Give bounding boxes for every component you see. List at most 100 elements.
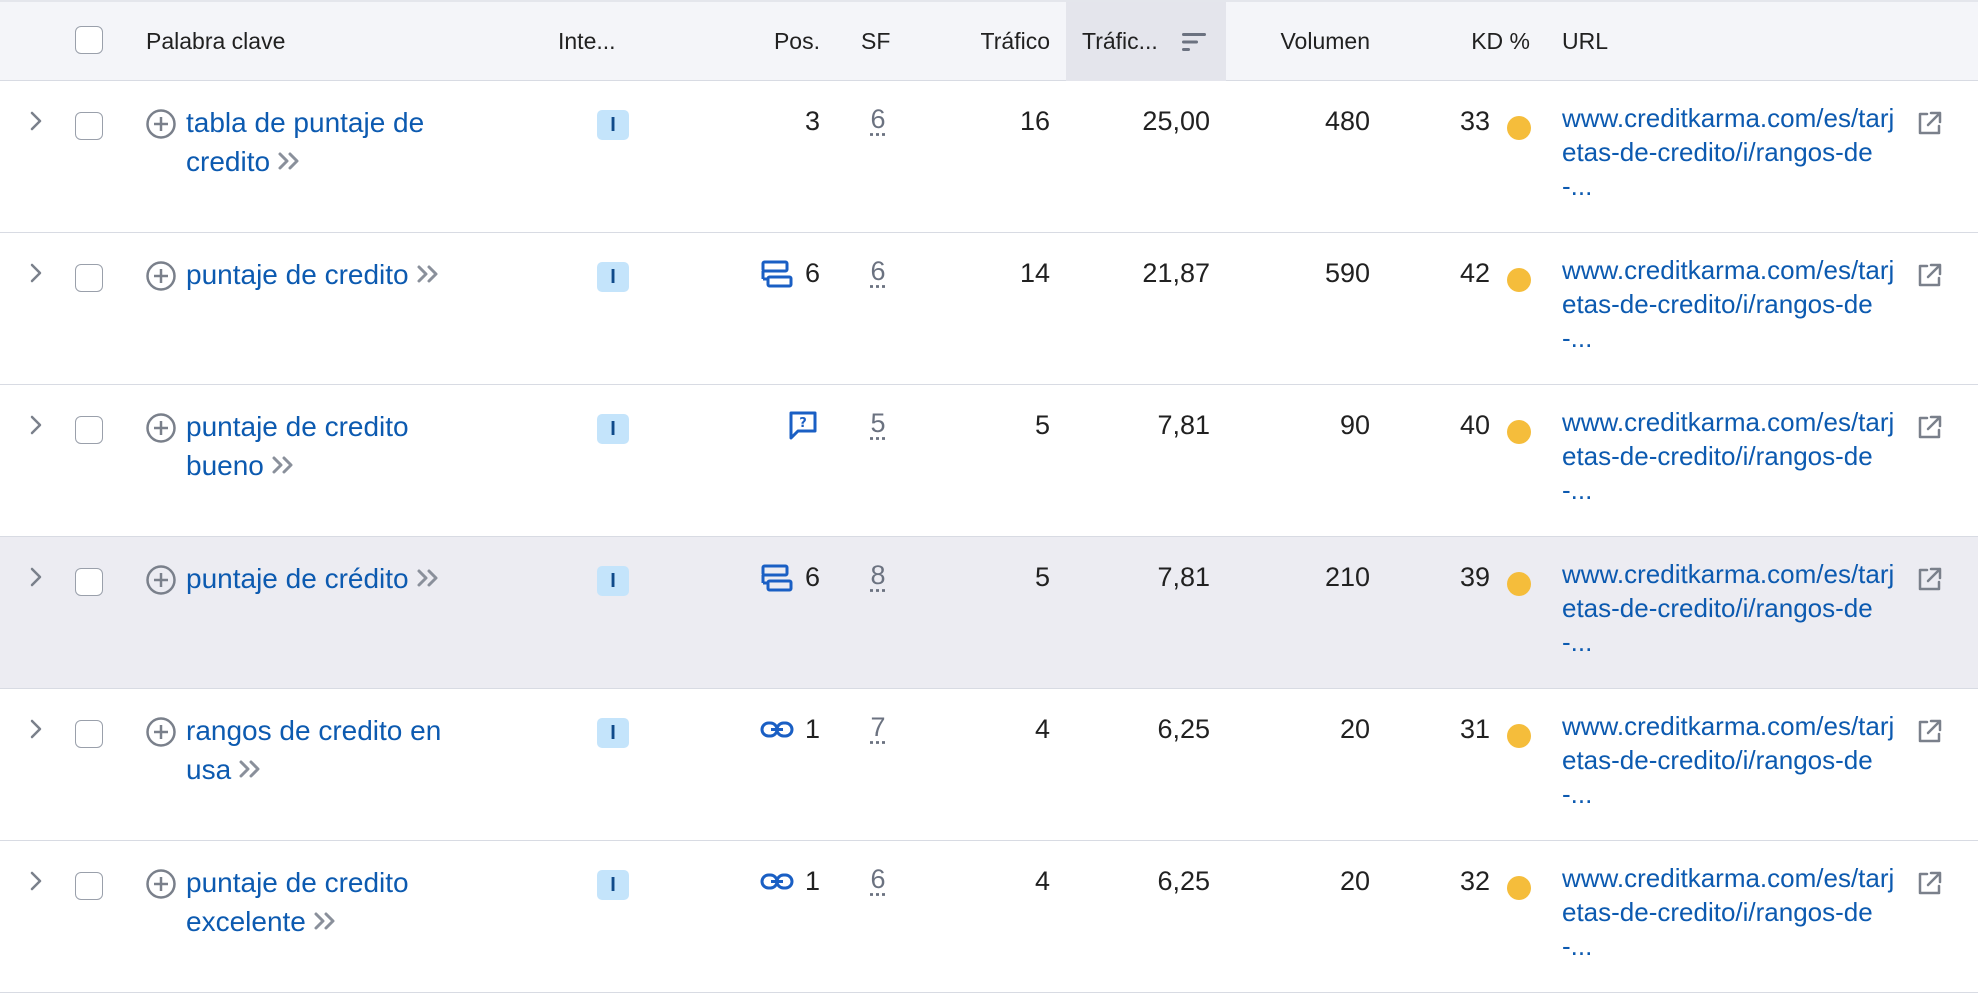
chevron-right-icon[interactable]: [26, 717, 46, 741]
chevron-right-icon[interactable]: [26, 565, 46, 589]
row-checkbox[interactable]: [75, 264, 103, 292]
traffic-percent-value: 6,25: [1080, 714, 1210, 745]
double-chevron-icon[interactable]: [276, 144, 304, 183]
sf-value[interactable]: 7: [858, 712, 898, 743]
keyword-text[interactable]: puntaje de crédito: [186, 563, 409, 594]
column-position[interactable]: Pos.: [740, 2, 820, 81]
kd-difficulty-dot: [1507, 420, 1531, 444]
keyword-link[interactable]: puntaje de crédito: [186, 559, 486, 600]
keyword-text[interactable]: puntaje de credito: [186, 259, 409, 290]
featured-snippet-icon: [760, 257, 794, 291]
add-keyword-icon[interactable]: [145, 564, 177, 596]
external-link-icon[interactable]: [1914, 261, 1944, 291]
keyword-text[interactable]: rangos de credito en usa: [186, 715, 441, 785]
chevron-right-icon[interactable]: [26, 869, 46, 893]
chevron-right-icon[interactable]: [26, 109, 46, 133]
intent-badge: I: [597, 110, 629, 140]
table-row[interactable]: puntaje de credito I 6 6 14 21,87 590 42…: [0, 233, 1978, 385]
double-chevron-icon[interactable]: [312, 904, 340, 943]
intent-badge: I: [597, 718, 629, 748]
people-also-ask-icon: ?: [786, 409, 820, 443]
url-link[interactable]: www.creditkarma.com/es/tarjetas-de-credi…: [1562, 861, 1902, 963]
external-link-icon[interactable]: [1914, 565, 1944, 595]
keyword-link[interactable]: puntaje de credito: [186, 255, 486, 296]
double-chevron-icon[interactable]: [237, 752, 265, 791]
add-keyword-icon[interactable]: [145, 260, 177, 292]
sitelinks-icon: [760, 865, 794, 899]
traffic-value: 4: [940, 866, 1050, 897]
sort-descending-icon[interactable]: [1180, 30, 1208, 59]
volume-value: 20: [1230, 714, 1370, 745]
kd-difficulty-dot: [1507, 572, 1531, 596]
add-keyword-icon[interactable]: [145, 868, 177, 900]
intent-badge: I: [597, 870, 629, 900]
traffic-percent-value: 6,25: [1080, 866, 1210, 897]
column-sf[interactable]: SF: [861, 2, 890, 81]
keyword-link[interactable]: puntaje de credito bueno: [186, 407, 486, 487]
intent-badge: I: [597, 414, 629, 444]
table-row[interactable]: tabla de puntaje de credito I 3 6 16 25,…: [0, 81, 1978, 233]
chevron-right-icon[interactable]: [26, 413, 46, 437]
intent-badge: I: [597, 262, 629, 292]
column-volume[interactable]: Volumen: [1230, 2, 1370, 81]
double-chevron-icon[interactable]: [270, 448, 298, 487]
external-link-icon[interactable]: [1914, 869, 1944, 899]
intent-badge: I: [597, 566, 629, 596]
kd-value: 31: [1420, 714, 1490, 745]
column-keyword[interactable]: Palabra clave: [146, 2, 285, 81]
volume-value: 590: [1230, 258, 1370, 289]
sf-value[interactable]: 5: [858, 408, 898, 439]
position-value: 6: [790, 562, 820, 593]
add-keyword-icon[interactable]: [145, 716, 177, 748]
kd-difficulty-dot: [1507, 876, 1531, 900]
kd-value: 40: [1420, 410, 1490, 441]
column-traffic[interactable]: Tráfico: [940, 2, 1050, 81]
keyword-text[interactable]: tabla de puntaje de credito: [186, 107, 424, 177]
external-link-icon[interactable]: [1914, 413, 1944, 443]
row-checkbox[interactable]: [75, 416, 103, 444]
keyword-link[interactable]: puntaje de credito excelente: [186, 863, 486, 943]
url-link[interactable]: www.creditkarma.com/es/tarjetas-de-credi…: [1562, 557, 1902, 659]
row-checkbox[interactable]: [75, 720, 103, 748]
table-row[interactable]: rangos de credito en usa I 1 7 4 6,25 20…: [0, 689, 1978, 841]
keyword-link[interactable]: rangos de credito en usa: [186, 711, 486, 791]
sf-value[interactable]: 6: [858, 256, 898, 287]
double-chevron-icon[interactable]: [415, 257, 443, 296]
traffic-percent-value: 25,00: [1080, 106, 1210, 137]
kd-value: 33: [1420, 106, 1490, 137]
url-link[interactable]: www.creditkarma.com/es/tarjetas-de-credi…: [1562, 405, 1902, 507]
table-row[interactable]: puntaje de credito bueno I ? 5 5 7,81 90…: [0, 385, 1978, 537]
row-checkbox[interactable]: [75, 872, 103, 900]
traffic-value: 5: [940, 562, 1050, 593]
add-keyword-icon[interactable]: [145, 412, 177, 444]
position-value: 1: [790, 714, 820, 745]
sf-value[interactable]: 6: [858, 864, 898, 895]
select-all-checkbox[interactable]: [75, 26, 103, 54]
row-checkbox[interactable]: [75, 112, 103, 140]
sf-value[interactable]: 8: [858, 560, 898, 591]
volume-value: 480: [1230, 106, 1370, 137]
url-link[interactable]: www.creditkarma.com/es/tarjetas-de-credi…: [1562, 709, 1902, 811]
url-link[interactable]: www.creditkarma.com/es/tarjetas-de-credi…: [1562, 101, 1902, 203]
sf-value[interactable]: 6: [858, 104, 898, 135]
external-link-icon[interactable]: [1914, 717, 1944, 747]
add-keyword-icon[interactable]: [145, 108, 177, 140]
keyword-text[interactable]: puntaje de credito excelente: [186, 867, 409, 937]
table-row[interactable]: puntaje de credito excelente I 1 6 4 6,2…: [0, 841, 1978, 993]
table-row[interactable]: puntaje de crédito I 6 8 5 7,81 210 39 w…: [0, 537, 1978, 689]
url-link[interactable]: www.creditkarma.com/es/tarjetas-de-credi…: [1562, 253, 1902, 355]
double-chevron-icon[interactable]: [415, 561, 443, 600]
row-checkbox[interactable]: [75, 568, 103, 596]
chevron-right-icon[interactable]: [26, 261, 46, 285]
external-link-icon[interactable]: [1914, 109, 1944, 139]
column-intent[interactable]: Inte...: [558, 2, 616, 81]
sitelinks-icon: [760, 713, 794, 747]
kd-difficulty-dot: [1507, 116, 1531, 140]
column-kd[interactable]: KD %: [1440, 2, 1530, 81]
keyword-link[interactable]: tabla de puntaje de credito: [186, 103, 486, 183]
traffic-value: 4: [940, 714, 1050, 745]
traffic-percent-value: 21,87: [1080, 258, 1210, 289]
column-url[interactable]: URL: [1562, 2, 1608, 81]
volume-value: 210: [1230, 562, 1370, 593]
column-traffic-percent[interactable]: Tráfic...: [1082, 2, 1158, 81]
